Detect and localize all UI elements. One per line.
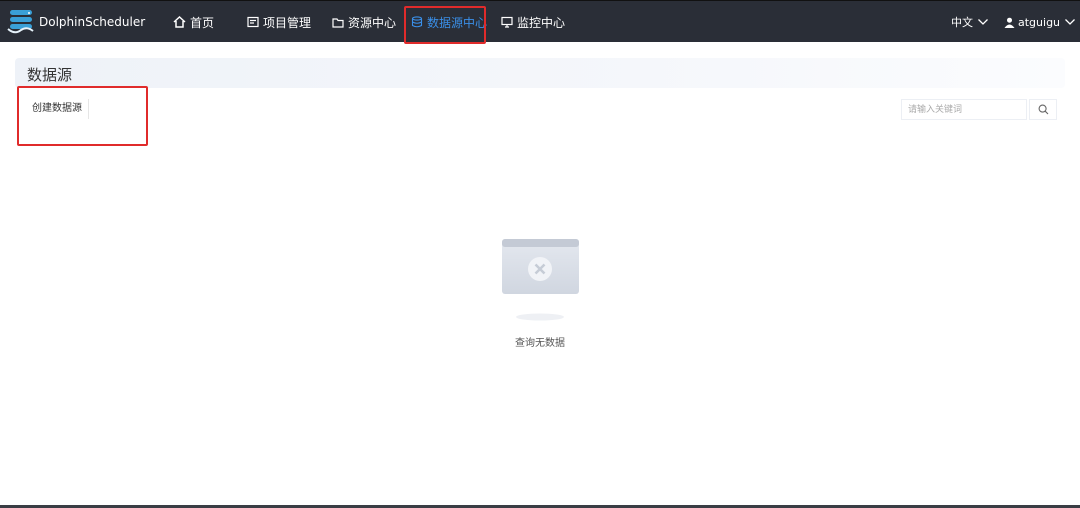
nav-resource-label: 资源中心 — [348, 15, 397, 30]
empty-data-message: 查询无数据 — [515, 338, 565, 349]
nav-monitor-center[interactable]: 监控中心 — [501, 1, 565, 43]
language-label: 中文 — [951, 16, 973, 29]
nav-resource-center[interactable]: 资源中心 — [332, 1, 396, 43]
empty-data-illustration — [500, 237, 582, 329]
app-logo[interactable]: DolphinScheduler — [7, 9, 145, 35]
nav-project-management[interactable]: 项目管理 — [247, 1, 311, 43]
search-icon — [1038, 104, 1048, 115]
annotation-highlight-nav — [404, 6, 486, 44]
project-icon — [247, 16, 259, 28]
page-title: 数据源 — [27, 66, 73, 84]
folder-icon — [332, 17, 344, 28]
search-button[interactable] — [1029, 99, 1057, 120]
nav-monitor-label: 监控中心 — [517, 15, 566, 30]
user-icon — [1004, 17, 1015, 28]
language-selector[interactable]: 中文 — [951, 1, 989, 43]
page-header: 数据源 — [15, 58, 1065, 88]
username: atguigu — [1018, 15, 1061, 29]
app-name: DolphinScheduler — [39, 15, 146, 29]
user-menu[interactable]: atguigu — [1004, 1, 1076, 43]
dolphin-logo-icon — [7, 10, 34, 34]
nav-project-label: 项目管理 — [263, 15, 312, 30]
monitor-icon — [501, 16, 513, 28]
chevron-down-icon — [978, 19, 988, 25]
chevron-down-icon — [1065, 19, 1075, 25]
home-icon — [173, 16, 186, 28]
annotation-highlight-create — [17, 86, 148, 146]
top-navbar: DolphinScheduler 首页 项目管理 资源中心 数据源中心 监控中心… — [0, 0, 1080, 42]
nav-home[interactable]: 首页 — [173, 1, 214, 43]
search-input[interactable] — [901, 99, 1027, 120]
nav-home-label: 首页 — [190, 15, 215, 30]
empty-box-icon — [502, 239, 579, 321]
